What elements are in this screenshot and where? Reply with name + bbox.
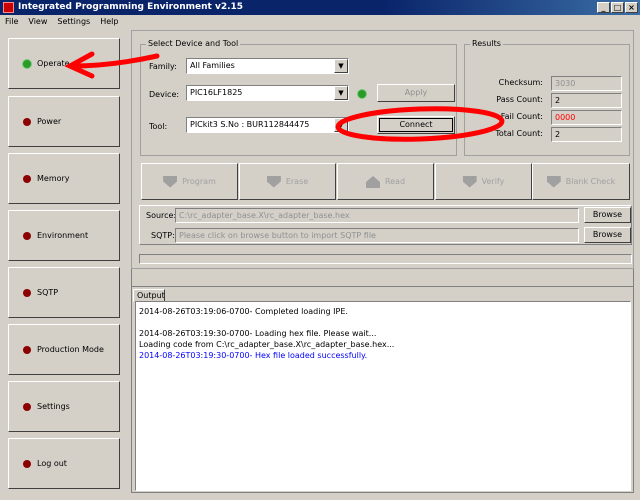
annotation-overlay xyxy=(64,51,505,142)
red-arrow-annotation xyxy=(64,51,160,79)
red-circle-annotation xyxy=(335,106,505,142)
